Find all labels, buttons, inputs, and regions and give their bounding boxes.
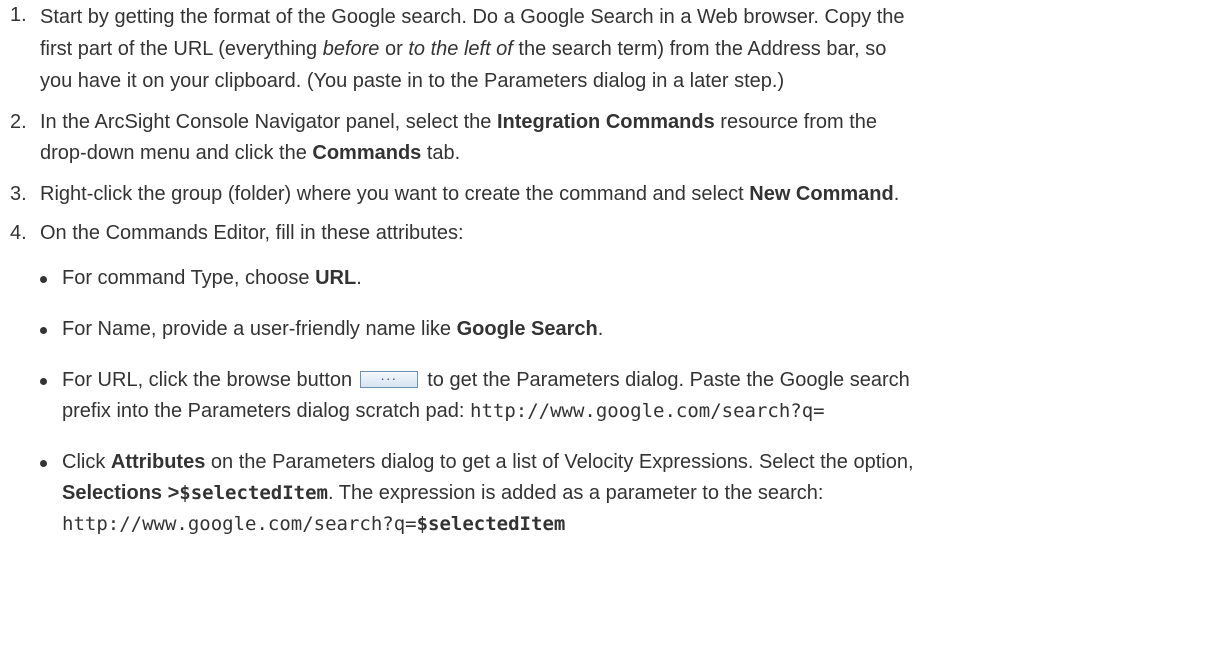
step-number: 4. [10,222,27,244]
step-4-line-1: On the Commands Editor, fill in these at… [40,222,464,244]
bullet-dot-icon [40,276,47,283]
bullet-dot-icon [40,378,47,385]
step-1-line-1: Start by getting the format of the Googl… [40,6,905,28]
step-number: 3. [10,183,27,205]
bullet-dot-icon [40,327,47,334]
step-4: 4. On the Commands Editor, fill in these… [0,218,1226,249]
attribute-bullet-list: For command Type, choose URL. For Name, … [0,263,1226,540]
code-google-prefix: http://www.google.com/search?q= [470,400,825,422]
step-1-line-3: you have it on your clipboard. (You past… [40,70,785,92]
step-2-line-2: drop-down menu and click the Commands ta… [40,142,461,164]
bullet-url-line-2: prefix into the Parameters dialog scratc… [62,400,825,422]
document-body: 1. Start by getting the format of the Go… [0,0,1226,540]
step-3-line-1: Right-click the group (folder) where you… [40,183,900,205]
step-1: 1. Start by getting the format of the Go… [0,0,1226,97]
bullet-attributes: Click Attributes on the Parameters dialo… [0,447,1226,540]
browse-button-image: ··· [359,370,418,388]
step-2-line-1: In the ArcSight Console Navigator panel,… [40,111,878,133]
bullet-type: For command Type, choose URL. [0,263,1226,294]
code-selected-item: $selectedItem [179,482,328,504]
bullet-dot-icon [40,460,47,467]
bullet-attributes-line-2: Selections >$selectedItem. The expressio… [62,482,824,504]
step-number: 1. [10,4,27,26]
step-3: 3. Right-click the group (folder) where … [0,179,1226,210]
bullet-attributes-line-1: Click Attributes on the Parameters dialo… [62,451,914,473]
step-2: 2. In the ArcSight Console Navigator pan… [0,107,1226,169]
bullet-url: For URL, click the browse button ··· to … [0,365,1226,427]
code-google-url: http://www.google.com/search?q= [62,513,417,535]
code-selected-item-param: $selectedItem [416,513,566,535]
bullet-attributes-line-3: http://www.google.com/search?q=$selected… [62,509,1226,540]
bullet-url-line-1: For URL, click the browse button ··· to … [62,369,910,391]
bullet-name: For Name, provide a user-friendly name l… [0,314,1226,345]
step-1-line-2: first part of the URL (everything before… [40,38,887,60]
step-number: 2. [10,111,27,133]
